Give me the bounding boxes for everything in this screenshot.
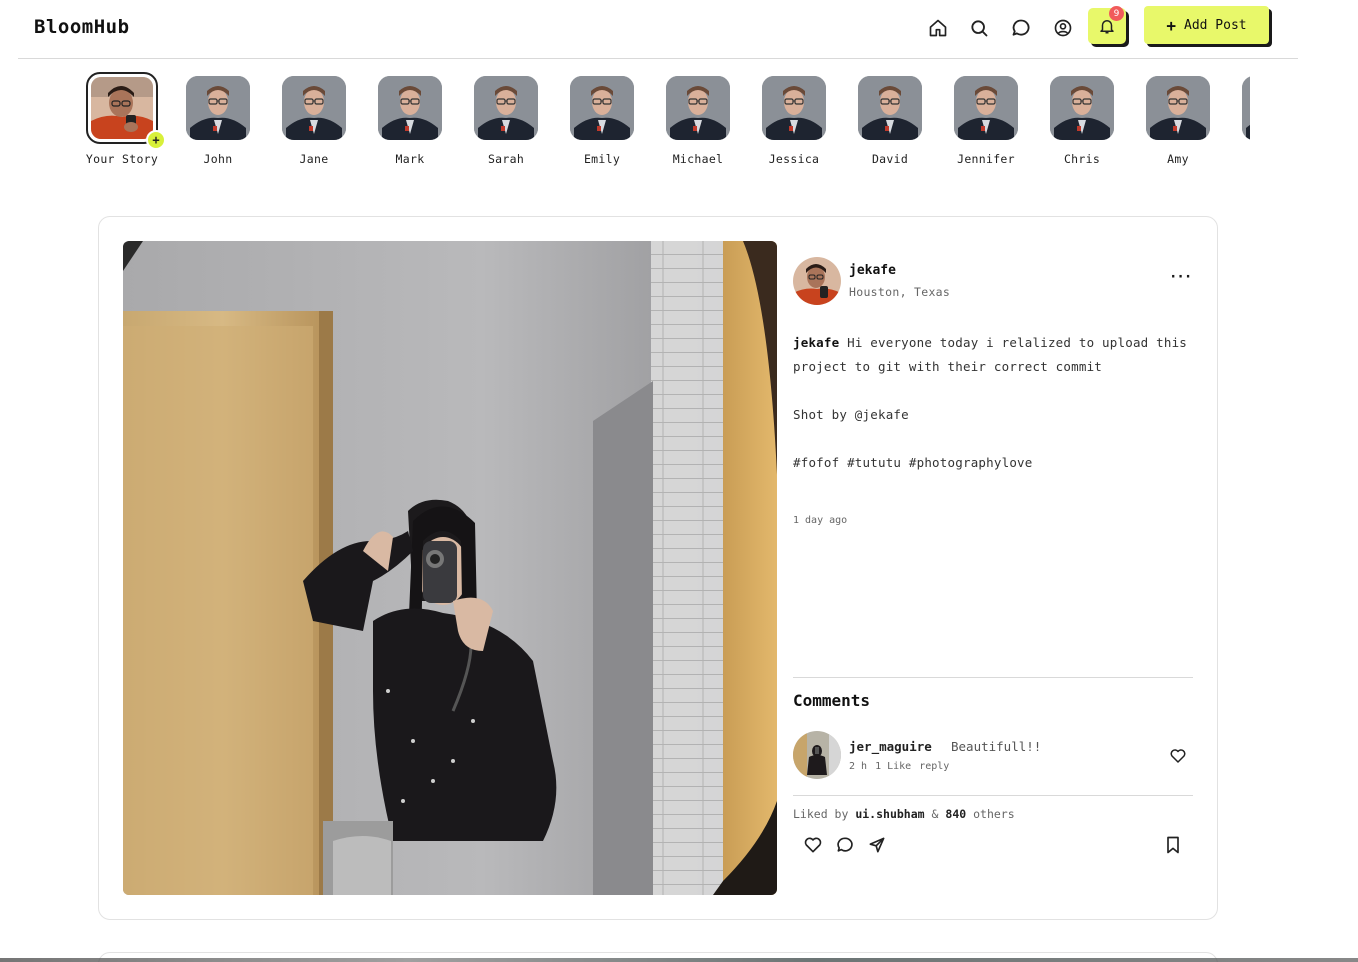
top-header: BloomHub 9 + Add Post <box>18 0 1298 59</box>
story-label: Michael <box>672 152 724 166</box>
post-timestamp: 1 day ago <box>793 515 848 526</box>
liked-by-summary: Liked by ui.shubham & 840 others <box>793 807 1015 821</box>
story-item[interactable]: Emily <box>560 72 644 166</box>
search-icon[interactable] <box>967 16 991 40</box>
story-avatar <box>666 76 730 140</box>
author-avatar[interactable] <box>793 257 841 305</box>
share-send-icon[interactable] <box>867 835 887 855</box>
story-item[interactable]: Chris <box>1040 72 1124 166</box>
post-details: jekafe Houston, Texas ··· jekafe Hi ever… <box>793 257 1193 897</box>
author-name[interactable]: jekafe <box>849 263 896 278</box>
author-location: Houston, Texas <box>849 285 951 299</box>
caption-hashtags[interactable]: #fofof #tututu #photographylove <box>793 451 1193 475</box>
story-label: Amy <box>1167 152 1189 166</box>
comment-username[interactable]: jer_maguire <box>849 739 932 754</box>
caption-credit: Shot by @jekafe <box>793 407 909 422</box>
profile-icon[interactable] <box>1051 16 1075 40</box>
story-avatar <box>186 76 250 140</box>
story-avatar <box>474 76 538 140</box>
bookmark-icon[interactable] <box>1163 835 1183 855</box>
comment-time: 2 h <box>849 761 868 772</box>
story-label: Jessica <box>768 152 820 166</box>
story-label: Mark <box>395 152 425 166</box>
liked-by-count[interactable]: 840 <box>945 807 966 821</box>
story-label: Sarah <box>487 152 525 166</box>
app-logo[interactable]: BloomHub <box>34 16 130 38</box>
divider <box>793 795 1193 796</box>
caption-text: Hi everyone today i relalized to upload … <box>793 335 1188 374</box>
story-label: Your Story <box>85 152 159 166</box>
story-item[interactable]: Jessica <box>752 72 836 166</box>
story-item[interactable]: Michael <box>656 72 740 166</box>
story-avatar <box>762 76 826 140</box>
notifications-button[interactable]: 9 <box>1088 6 1126 44</box>
commenter-avatar[interactable] <box>793 731 841 779</box>
caption-username[interactable]: jekafe <box>793 335 839 350</box>
story-label: Emily <box>583 152 621 166</box>
story-item[interactable]: Jane <box>272 72 356 166</box>
add-post-button[interactable]: + Add Post <box>1144 6 1269 44</box>
stories-bar[interactable]: + Your Story John Jane Mark Sarah Emily Micha… <box>80 72 1250 172</box>
story-avatar <box>282 76 346 140</box>
story-item[interactable]: John <box>176 72 260 166</box>
story-avatar <box>1050 76 1114 140</box>
add-post-label: Add Post <box>1184 17 1247 33</box>
comment-text: Beautifull!! <box>951 739 1042 754</box>
plus-icon: + <box>1166 15 1176 35</box>
comment-likes[interactable]: 1 Like <box>875 761 911 772</box>
liked-by-prefix: Liked by <box>793 807 849 821</box>
story-avatar <box>858 76 922 140</box>
comments-heading: Comments <box>793 691 871 710</box>
liked-by-suffix: others <box>973 807 1015 821</box>
next-post-image-edge <box>0 958 1358 962</box>
comment-reply-link[interactable]: reply <box>919 761 949 772</box>
story-avatar <box>378 76 442 140</box>
chat-icon[interactable] <box>1009 16 1033 40</box>
add-story-plus-icon[interactable]: + <box>146 130 166 150</box>
story-item[interactable]: Amy <box>1136 72 1220 166</box>
story-your-story[interactable]: + Your Story <box>80 72 166 166</box>
notification-badge: 9 <box>1109 6 1124 21</box>
like-heart-icon[interactable] <box>803 835 823 855</box>
story-avatar <box>1146 76 1210 140</box>
story-label: John <box>203 152 233 166</box>
comment-heart-icon[interactable] <box>1169 747 1187 765</box>
story-avatar <box>1242 76 1250 140</box>
comment-bubble-icon[interactable] <box>835 835 855 855</box>
your-story-avatar: + <box>86 72 166 150</box>
story-avatar <box>570 76 634 140</box>
story-avatar <box>954 76 1018 140</box>
post-card: jekafe Houston, Texas ··· jekafe Hi ever… <box>98 216 1218 920</box>
story-item[interactable]: Sarah <box>464 72 548 166</box>
post-image[interactable] <box>123 241 777 895</box>
post-actions <box>803 835 887 855</box>
more-options-icon[interactable]: ··· <box>1169 269 1192 285</box>
post-caption: jekafe Hi everyone today i relalized to … <box>793 331 1193 475</box>
story-item[interactable]: Mark <box>368 72 452 166</box>
story-label: David <box>871 152 909 166</box>
comment-meta: 2 h 1 Like reply <box>849 761 949 772</box>
home-icon[interactable] <box>926 16 950 40</box>
story-item[interactable]: David <box>848 72 932 166</box>
story-item-partial[interactable] <box>1232 72 1250 140</box>
liked-by-amp: & <box>931 807 939 821</box>
story-item[interactable]: Jennifer <box>944 72 1028 166</box>
divider <box>793 677 1193 678</box>
story-label: Chris <box>1063 152 1101 166</box>
story-label: Jane <box>299 152 329 166</box>
story-label: Jennifer <box>957 152 1015 166</box>
liked-by-user[interactable]: ui.shubham <box>855 807 924 821</box>
